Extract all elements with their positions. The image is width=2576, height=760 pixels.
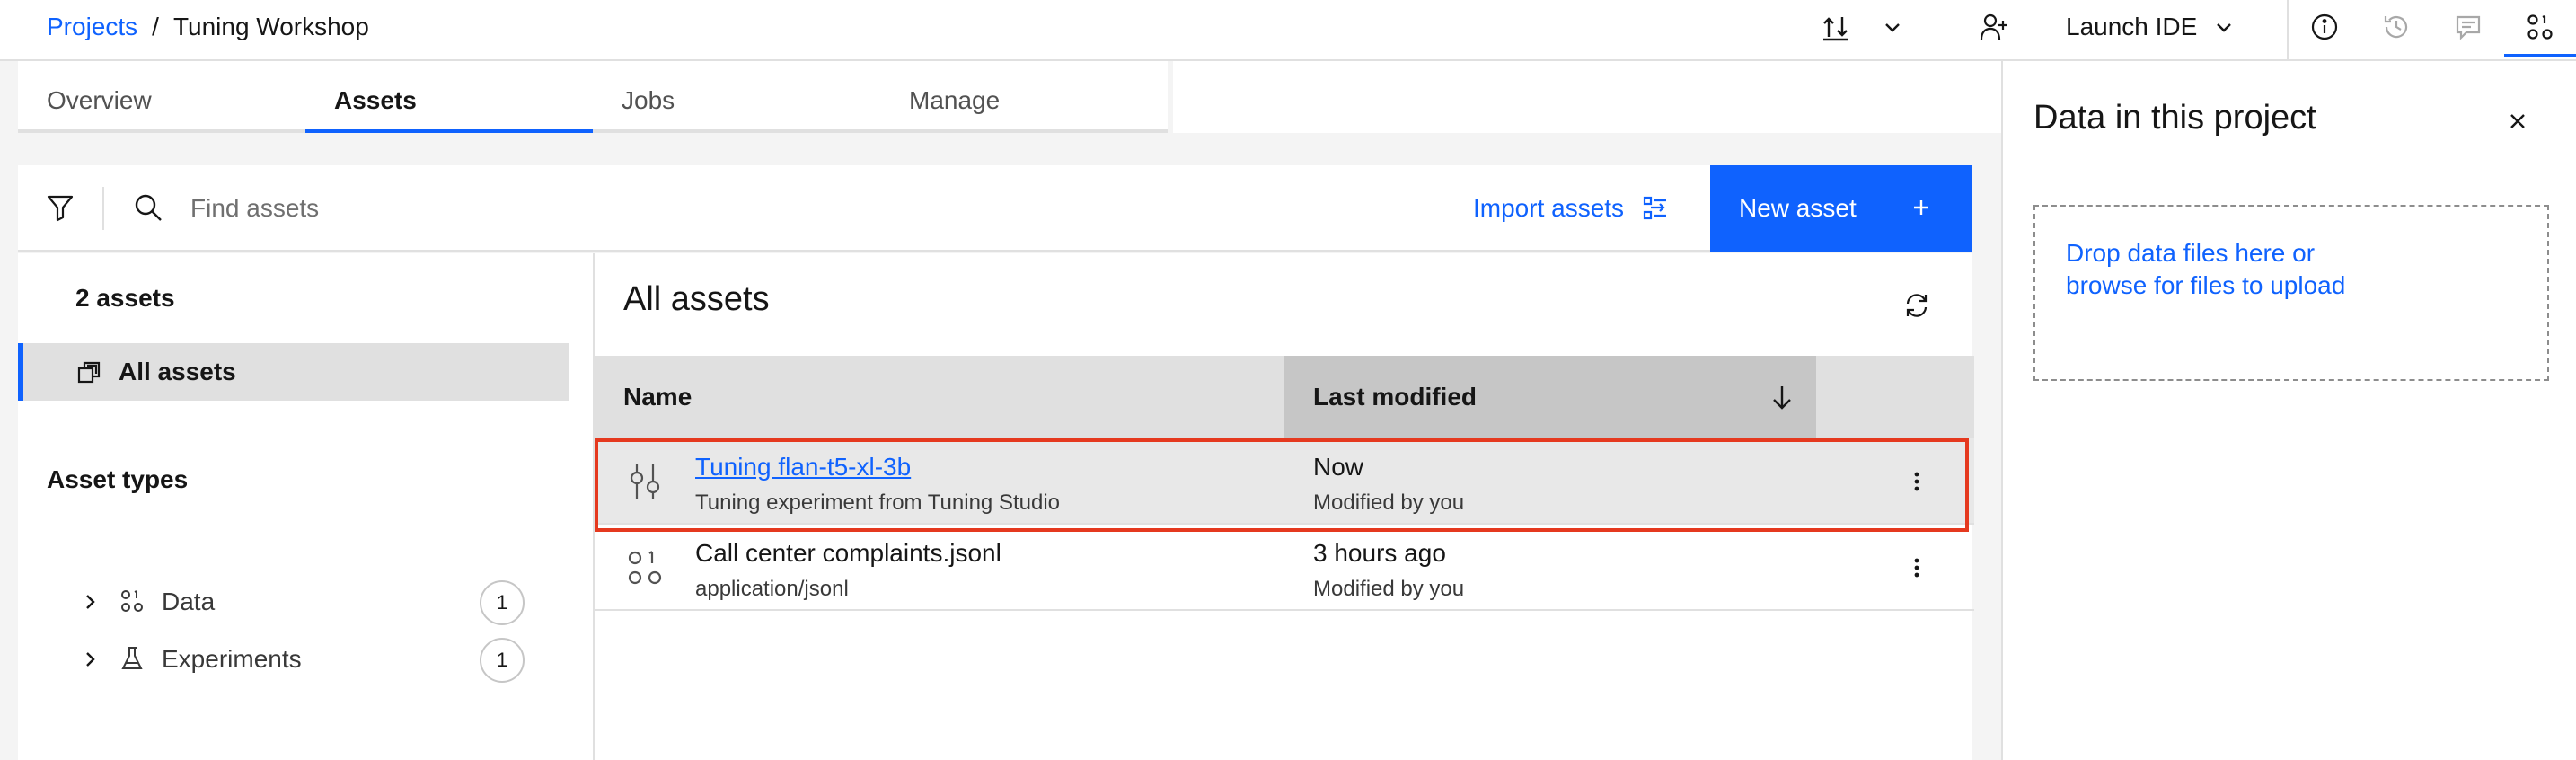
flask-icon xyxy=(121,647,143,669)
asset-type-count-badge: 1 xyxy=(480,638,525,683)
import-assets-button[interactable]: Import assets xyxy=(1473,185,1669,232)
import-assets-label: Import assets xyxy=(1473,194,1625,222)
plus-icon xyxy=(1914,200,1928,215)
asset-type-data[interactable]: Data 1 xyxy=(18,577,557,627)
launch-ide-label: Launch IDE xyxy=(2066,13,2198,40)
data-panel-active-indicator xyxy=(2504,54,2576,57)
filter-icon xyxy=(47,195,74,222)
drop-zone-text-line2[interactable]: browse for files to upload xyxy=(2066,270,2547,302)
asset-subtitle: application/jsonl xyxy=(695,577,849,601)
comments-button[interactable] xyxy=(2443,0,2493,54)
drop-zone-text-line1: Drop data files here or xyxy=(2066,239,2316,267)
close-button[interactable] xyxy=(2506,110,2529,137)
all-assets-label: All assets xyxy=(119,358,236,385)
tab-manage[interactable]: Manage xyxy=(880,61,1168,133)
asset-count: 2 assets xyxy=(75,284,175,312)
column-header-last-modified-label: Last modified xyxy=(1313,383,1478,411)
tab-assets[interactable]: Assets xyxy=(305,61,593,133)
history-icon xyxy=(2384,15,2408,39)
table-row[interactable]: Call center complaints.jsonl application… xyxy=(595,525,1974,611)
tabs-background xyxy=(1173,61,2001,133)
content-title: All assets xyxy=(623,280,770,318)
breadcrumb-projects-link[interactable]: Projects xyxy=(47,13,137,41)
tuning-experiment-icon xyxy=(630,464,660,499)
table-row[interactable]: Tuning flan-t5-xl-3b Tuning experiment f… xyxy=(595,438,1974,532)
refresh-icon xyxy=(1906,294,1928,317)
all-assets-filter[interactable]: All assets xyxy=(18,343,569,401)
overflow-menu-icon[interactable] xyxy=(1902,553,1931,582)
asset-modified-by: Modified by you xyxy=(1313,577,1465,601)
data-panel-button[interactable] xyxy=(2515,0,2565,54)
data-side-panel: Data in this project Drop data files her… xyxy=(2001,61,2576,760)
top-header: Projects / Tuning Workshop Launch IDE xyxy=(0,0,2576,61)
asset-modified: Now xyxy=(1313,453,1364,481)
refresh-button[interactable] xyxy=(1902,291,1931,324)
arrow-down-icon xyxy=(1773,386,1791,410)
asset-type-label: Experiments xyxy=(162,645,302,673)
info-icon xyxy=(2311,13,2338,40)
data-icon xyxy=(628,551,662,585)
assets-toolbar: Import assets New asset xyxy=(18,165,1972,252)
close-icon xyxy=(2510,114,2525,128)
upload-download-icon xyxy=(1823,17,1848,41)
filter-button[interactable] xyxy=(45,192,75,227)
add-user-icon xyxy=(1980,13,2007,40)
asset-filters-panel: 2 assets All assets Asset types Data 1 E… xyxy=(18,253,593,760)
search-icon xyxy=(133,192,163,227)
assets-table-panel: All assets Name Last modified Tuning fla… xyxy=(593,253,1974,760)
asset-name-link[interactable]: Tuning flan-t5-xl-3b xyxy=(695,453,911,482)
file-drop-zone[interactable]: Drop data files here or browse for files… xyxy=(2033,205,2549,381)
overflow-menu-icon[interactable] xyxy=(1902,467,1931,496)
new-asset-label: New asset xyxy=(1739,194,1857,222)
column-header-name[interactable]: Name xyxy=(623,356,692,438)
launch-ide-button[interactable]: Launch IDE xyxy=(2066,0,2235,54)
asset-modified-by: Modified by you xyxy=(1313,490,1465,515)
asset-subtitle: Tuning experiment from Tuning Studio xyxy=(695,490,1060,515)
side-panel-title: Data in this project xyxy=(2033,99,2316,137)
table-header: Name Last modified xyxy=(595,356,1974,438)
chevron-right-icon xyxy=(86,595,95,609)
copy-icon xyxy=(77,361,101,384)
asset-type-experiments[interactable]: Experiments 1 xyxy=(18,634,557,685)
asset-type-label: Data xyxy=(162,588,216,615)
search-input[interactable] xyxy=(190,185,819,232)
sync-button[interactable] xyxy=(1811,0,1861,54)
add-collaborator-button[interactable] xyxy=(1969,0,2019,54)
new-asset-button[interactable]: New asset xyxy=(1710,165,1972,252)
toolbar-divider xyxy=(102,187,104,230)
comment-icon xyxy=(2456,15,2481,40)
chevron-down-icon xyxy=(2217,23,2232,32)
chevron-down-icon xyxy=(1885,23,1900,32)
asset-type-count-badge: 1 xyxy=(480,580,525,625)
sync-dropdown-button[interactable] xyxy=(1870,0,1915,54)
breadcrumb-separator: / xyxy=(152,13,159,40)
import-icon xyxy=(1643,196,1667,220)
column-header-last-modified[interactable]: Last modified xyxy=(1284,356,1816,438)
tab-overview[interactable]: Overview xyxy=(18,61,305,133)
asset-modified: 3 hours ago xyxy=(1313,539,1446,567)
data-icon xyxy=(2527,14,2553,40)
asset-name-link[interactable]: Call center complaints.jsonl xyxy=(695,539,1001,568)
asset-types-heading: Asset types xyxy=(47,465,189,493)
history-button[interactable] xyxy=(2371,0,2422,54)
tab-jobs[interactable]: Jobs xyxy=(593,61,880,133)
info-button[interactable] xyxy=(2299,0,2350,54)
chevron-right-icon xyxy=(86,652,95,667)
breadcrumb: Projects / Tuning Workshop xyxy=(47,9,369,45)
data-icon xyxy=(121,590,143,612)
header-divider xyxy=(2287,0,2289,59)
breadcrumb-current-project: Tuning Workshop xyxy=(172,13,369,40)
project-tabs: Overview Assets Jobs Manage xyxy=(18,61,1168,133)
